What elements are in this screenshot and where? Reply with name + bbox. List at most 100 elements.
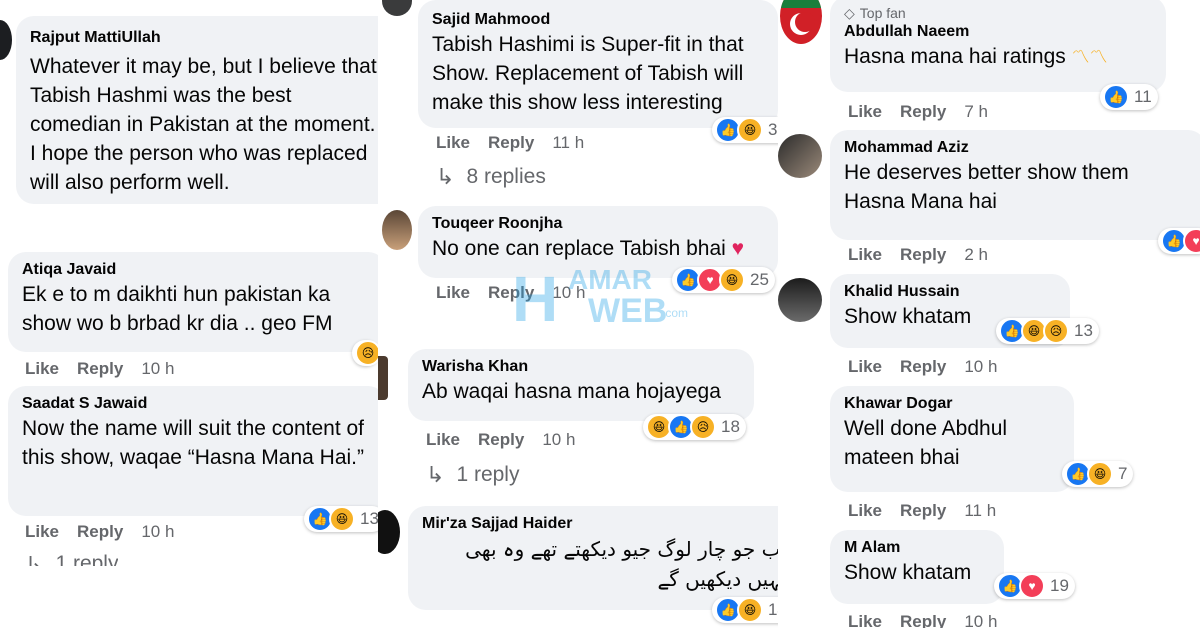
comment-actions: Like Reply 7 h <box>848 102 988 122</box>
love-reaction-icon: ♥ <box>1019 573 1045 599</box>
reply-button[interactable]: Reply <box>900 245 946 265</box>
comment-timestamp[interactable]: 11 h <box>552 133 584 153</box>
comment-timestamp[interactable]: 10 h <box>141 359 174 379</box>
reaction-summary[interactable]: 👍 ♥ 😆 25 <box>672 267 775 293</box>
comment-bubble: M Alam Show khatam <box>830 530 1004 604</box>
comment-bubble: Mir'za Sajjad Haider اب جو چار لوگ جیو د… <box>408 506 778 610</box>
reaction-count: 11 <box>1134 87 1152 106</box>
replies-count: 1 reply <box>55 552 119 566</box>
comment-timestamp[interactable]: 10 h <box>552 283 585 303</box>
reaction-summary[interactable]: 👍 😆 35 <box>712 117 778 143</box>
top-fan-badge: ◇ Top fan <box>844 5 906 21</box>
comment-bubble: Mohammad Aziz He deserves better show th… <box>830 130 1200 240</box>
reaction-summary[interactable]: 👍 😆 😥 13 <box>996 318 1099 344</box>
like-button[interactable]: Like <box>848 612 882 628</box>
like-button[interactable]: Like <box>25 359 59 379</box>
comment-actions: Like Reply 11 h <box>848 501 996 521</box>
comment-actions: Like Reply 10 h <box>848 612 997 628</box>
comment-actions: Like Reply 10 h <box>436 283 585 303</box>
view-replies-link[interactable]: ↳ 8 replies <box>436 164 546 190</box>
comment-actions: Like Reply 10 h <box>426 430 575 450</box>
comment-text: Ek e to m daikhti hun pakistan ka show w… <box>22 283 333 335</box>
avatar[interactable] <box>778 278 822 322</box>
replies-count: 1 reply <box>456 463 520 486</box>
commenter-name[interactable]: Abdullah Naeem <box>844 22 1152 42</box>
comment-timestamp[interactable]: 10 h <box>964 357 997 377</box>
like-button[interactable]: Like <box>25 522 59 542</box>
comment-actions: Like Reply 10 h <box>25 359 174 379</box>
reaction-count: 19 <box>1050 576 1069 595</box>
avatar[interactable] <box>378 510 400 554</box>
haha-reaction-icon: 😆 <box>737 117 763 143</box>
reaction-summary[interactable]: 👍 ♥ <box>1158 228 1200 254</box>
commenter-name[interactable]: Mohammad Aziz <box>844 138 1192 158</box>
view-replies-link[interactable]: ↳ 1 reply <box>426 462 519 488</box>
comment-timestamp[interactable]: 10 h <box>542 430 575 450</box>
comment-timestamp[interactable]: 2 h <box>964 245 988 265</box>
view-replies-link[interactable]: ↳ 1 reply <box>25 552 118 566</box>
reply-button[interactable]: Reply <box>488 133 534 153</box>
reply-button[interactable]: Reply <box>77 522 123 542</box>
sad-reaction-icon: 😥 <box>1043 318 1069 344</box>
reply-button[interactable]: Reply <box>900 612 946 628</box>
flag-icon <box>780 0 822 35</box>
reply-button[interactable]: Reply <box>478 430 524 450</box>
comment-bubble: Saadat S Jawaid Now the name will suit t… <box>8 386 378 516</box>
comment-bubble: ◇ Top fan Sajid Mahmood Abdullah Naeem H… <box>830 0 1166 92</box>
commenter-name[interactable]: Mir'za Sajjad Haider <box>422 514 778 534</box>
haha-reaction-icon: 😆 <box>1087 461 1113 487</box>
avatar[interactable] <box>378 356 388 400</box>
reply-button[interactable]: Reply <box>77 359 123 379</box>
commenter-name[interactable]: Warisha Khan <box>422 357 740 377</box>
like-button[interactable]: Like <box>426 430 460 450</box>
like-button[interactable]: Like <box>848 102 882 122</box>
comment-text: Tabish Hashimi is Super-fit in that Show… <box>432 33 744 114</box>
reaction-summary[interactable]: 👍 ♥ 19 <box>994 573 1075 599</box>
reaction-summary[interactable]: 👍 😆 7 <box>1062 461 1134 487</box>
haha-reaction-icon: 😆 <box>719 267 745 293</box>
like-button[interactable]: Like <box>848 245 882 265</box>
commenter-name[interactable]: M Alam <box>844 538 990 558</box>
love-reaction-icon: ♥ <box>1183 228 1200 254</box>
reply-button[interactable]: Reply <box>900 357 946 377</box>
avatar[interactable] <box>778 134 822 178</box>
comment-timestamp[interactable]: 10 h <box>964 612 997 628</box>
avatar[interactable] <box>382 210 412 250</box>
avatar[interactable] <box>780 0 822 44</box>
like-button[interactable]: Like <box>436 133 470 153</box>
comment-text: Ab waqai hasna mana hojayega <box>422 380 721 403</box>
like-button[interactable]: Like <box>848 357 882 377</box>
comment-timestamp[interactable]: 7 h <box>964 102 988 122</box>
avatar[interactable] <box>382 0 412 16</box>
comment-bubble: Atiqa Javaid Ek e to m daikhti hun pakis… <box>8 252 378 352</box>
comment-text: No one can replace Tabish bhai ♥ <box>432 237 745 260</box>
reaction-summary[interactable]: 👍 😆 13 <box>304 506 378 532</box>
comment-actions: Like Reply 10 h <box>25 522 174 542</box>
reaction-count: 7 <box>1118 464 1128 483</box>
commenter-name[interactable]: Khalid Hussain <box>844 282 1056 302</box>
commenter-name[interactable]: Saadat S Jawaid <box>22 394 372 414</box>
comment-text: Show khatam <box>844 561 972 584</box>
comment-text: اب جو چار لوگ جیو دیکھتے تھے وہ بھی نہیں… <box>465 537 778 591</box>
commenter-name[interactable]: Sajid Mahmood <box>432 10 764 30</box>
reaction-summary[interactable]: 👍 😆 14 <box>712 597 778 623</box>
sad-reaction-icon: 😥 <box>690 414 716 440</box>
comment-timestamp[interactable]: 10 h <box>141 522 174 542</box>
reply-button[interactable]: Reply <box>488 283 534 303</box>
comment-actions: Like Reply 10 h <box>848 357 997 377</box>
comment-text: Well done Abdhul mateen bhai <box>844 417 1008 469</box>
reaction-summary[interactable]: 😥 <box>352 340 378 366</box>
commenter-name[interactable]: Touqeer Roonjha <box>432 214 764 234</box>
haha-reaction-icon: 😆 <box>329 506 355 532</box>
reaction-summary[interactable]: 👍 11 <box>1100 84 1158 110</box>
reply-button[interactable]: Reply <box>900 501 946 521</box>
commenter-name[interactable]: Khawar Dogar <box>844 394 1060 414</box>
avatar[interactable] <box>0 20 12 60</box>
commenter-name[interactable]: Atiqa Javaid <box>22 260 372 280</box>
like-button[interactable]: Like <box>848 501 882 521</box>
like-button[interactable]: Like <box>436 283 470 303</box>
reply-button[interactable]: Reply <box>900 102 946 122</box>
reaction-summary[interactable]: 😆 👍 😥 18 <box>643 414 746 440</box>
comment-timestamp[interactable]: 11 h <box>964 501 996 521</box>
commenter-name[interactable]: Rajput MattiUllah <box>30 28 378 48</box>
